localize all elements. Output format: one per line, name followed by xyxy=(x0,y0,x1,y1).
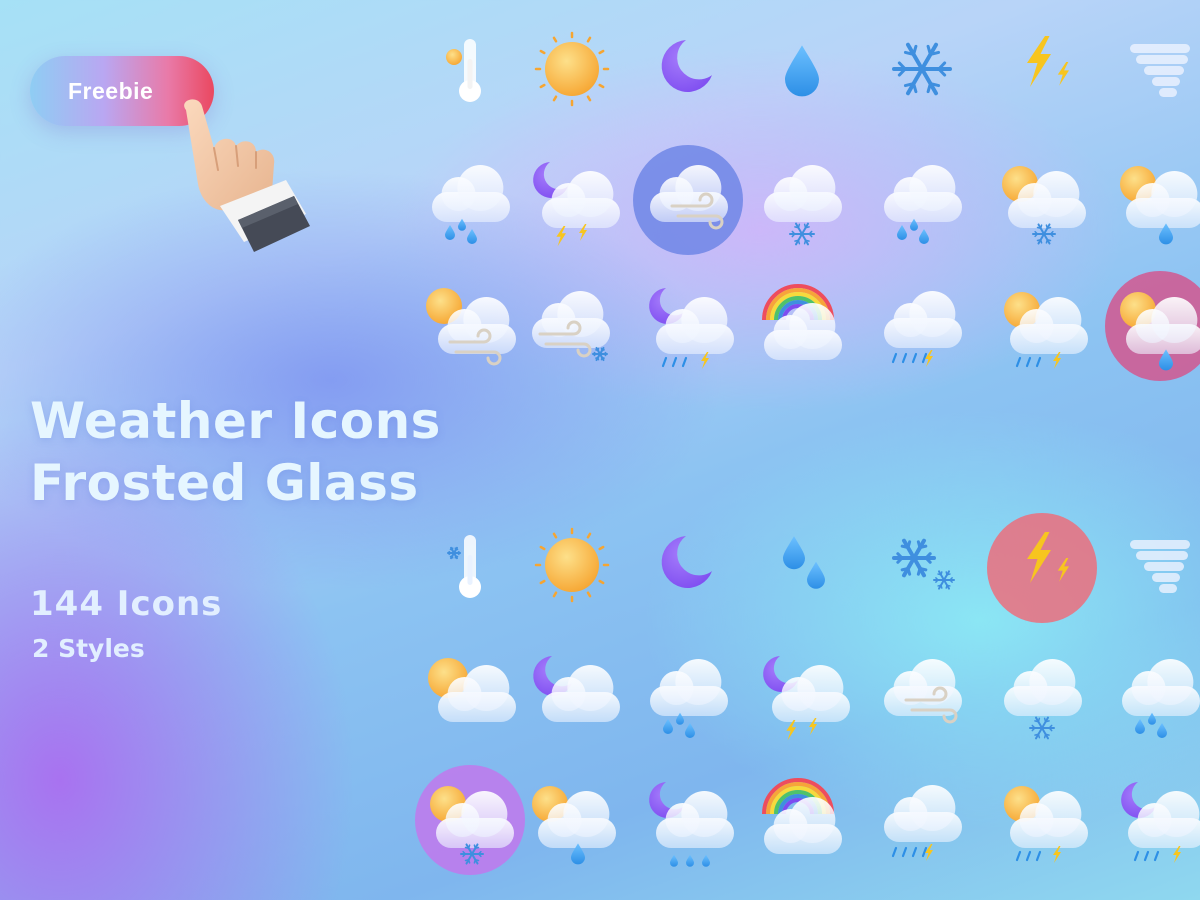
sun-icon xyxy=(534,527,610,603)
moon-cloud-rain-storm-icon xyxy=(1121,782,1200,863)
sun-cloud-rain-storm-icon xyxy=(1004,292,1088,369)
icon-tile xyxy=(512,14,632,124)
icon-tile xyxy=(982,14,1102,124)
title-line-2: Frosted Glass xyxy=(30,454,419,512)
icon-tile xyxy=(982,636,1102,746)
icon-count-label: 144 Icons xyxy=(30,584,223,624)
moon-icon xyxy=(661,536,712,588)
icon-tile xyxy=(862,14,982,124)
icon-tile xyxy=(862,142,982,252)
raindrops-icon xyxy=(783,536,825,589)
cloud-rain-icon xyxy=(884,165,962,244)
lightning-icon xyxy=(987,513,1097,623)
icon-tile xyxy=(1100,142,1200,252)
icon-tile xyxy=(512,636,632,746)
icon-tile xyxy=(982,762,1102,872)
sun-cloud-rain-icon xyxy=(1120,166,1200,245)
page-title: Weather Icons Frosted Glass xyxy=(30,390,441,514)
icon-tile xyxy=(628,142,748,255)
icon-tile xyxy=(862,636,982,746)
icon-tile xyxy=(742,762,862,872)
icon-tile xyxy=(742,142,862,252)
icon-tile xyxy=(1100,510,1200,620)
cloud-rain-storm-icon xyxy=(884,785,962,861)
icon-tile xyxy=(628,268,748,378)
icon-tile xyxy=(742,14,862,124)
icon-tile xyxy=(512,510,632,620)
snowflake-icon xyxy=(892,42,952,96)
icon-tile xyxy=(982,510,1102,623)
sun-cloud-snow-icon xyxy=(1002,166,1086,245)
promo-text-block: Weather Icons Frosted Glass 144 Icons 2 … xyxy=(30,390,441,663)
icon-tile xyxy=(628,636,748,746)
cloud-wind-snow-icon xyxy=(532,291,610,362)
title-line-1: Weather Icons xyxy=(30,392,441,450)
icon-tile xyxy=(862,762,982,872)
icon-tile xyxy=(742,636,862,746)
icon-tile xyxy=(742,268,862,378)
snowflakes-icon xyxy=(892,538,955,590)
rainbow-cloud-icon xyxy=(762,778,842,854)
moon-cloud-rain-storm-icon xyxy=(649,288,734,369)
icon-tile xyxy=(628,510,748,620)
cloud-wind-icon xyxy=(633,145,743,255)
icon-tile xyxy=(628,762,748,872)
cloud-snow-icon xyxy=(1004,659,1082,740)
raindrop-icon xyxy=(785,45,819,97)
rainbow-cloud-icon xyxy=(762,284,842,360)
moon-cloud-storm-icon xyxy=(763,656,850,741)
cloud-snow-icon xyxy=(764,165,842,246)
icon-tile xyxy=(982,142,1102,252)
moon-cloud-icon xyxy=(533,656,620,722)
icon-tile xyxy=(862,510,982,620)
icon-tile xyxy=(982,268,1102,378)
moon-cloud-storm-icon xyxy=(533,162,620,247)
cloud-rain-storm-icon xyxy=(884,291,962,367)
style-count-label: 2 Styles xyxy=(32,634,145,663)
cloud-rain-icon xyxy=(650,659,728,738)
pointing-hand-icon xyxy=(184,99,310,252)
moon-icon xyxy=(661,40,712,92)
icon-tile xyxy=(512,142,632,252)
cloud-wind-icon xyxy=(884,659,962,724)
icon-tile xyxy=(1100,636,1200,746)
sun-icon xyxy=(534,31,610,107)
sun-cloud-rain-icon xyxy=(1105,271,1200,381)
icon-tile xyxy=(1100,14,1200,124)
cloud-rain-icon xyxy=(1122,659,1200,738)
icon-tile xyxy=(742,510,862,620)
icon-tile xyxy=(1100,268,1200,381)
icon-tile xyxy=(1100,762,1200,872)
icon-tile xyxy=(512,762,632,872)
icon-tile xyxy=(628,14,748,124)
tornado-icon xyxy=(1130,44,1190,97)
icon-tile xyxy=(862,268,982,378)
icon-tile xyxy=(512,268,632,378)
tornado-icon xyxy=(1130,540,1190,593)
lightning-icon xyxy=(1027,36,1069,87)
sun-cloud-rain-icon xyxy=(532,786,616,865)
moon-cloud-rain-icon xyxy=(649,782,734,867)
sun-cloud-rain-storm-icon xyxy=(1004,786,1088,863)
